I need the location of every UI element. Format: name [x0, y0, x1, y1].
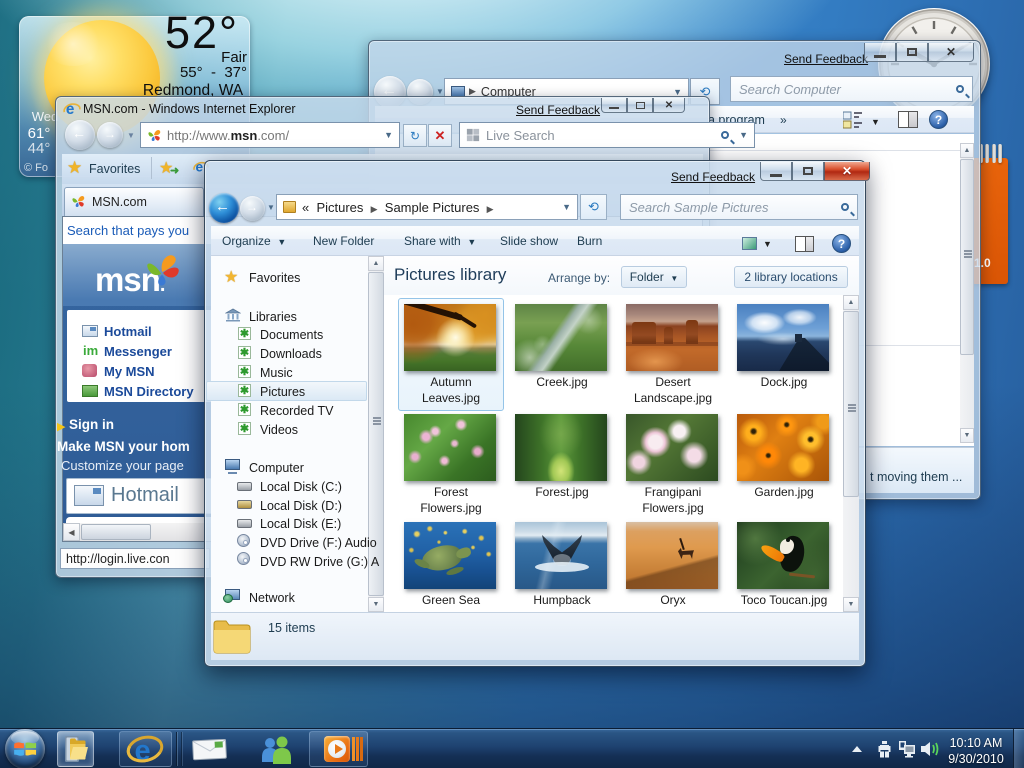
svg-text:e: e — [196, 159, 204, 174]
